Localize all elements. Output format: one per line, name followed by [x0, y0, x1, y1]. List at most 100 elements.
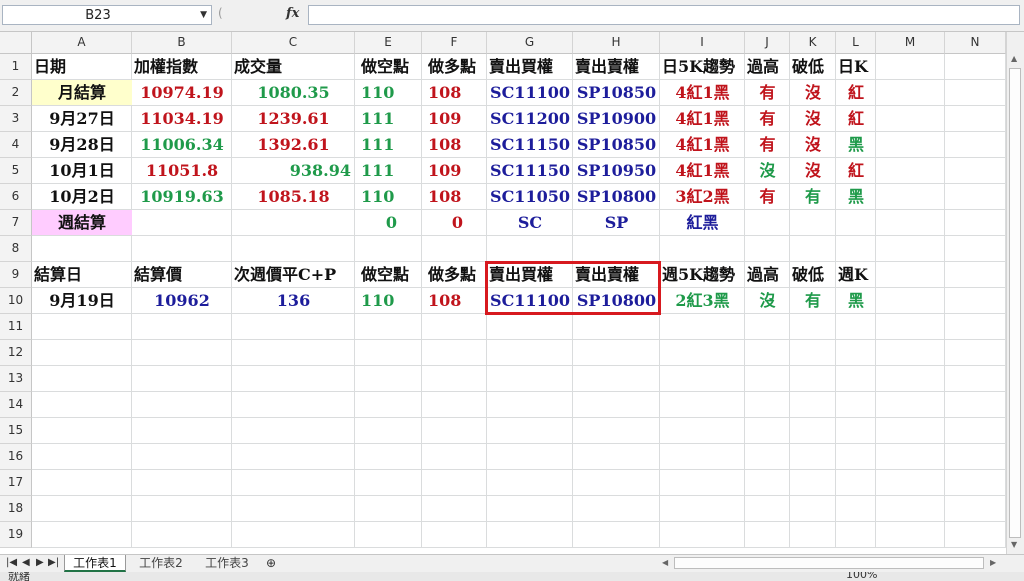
cell[interactable]	[32, 340, 132, 366]
spreadsheet-grid[interactable]: A B C E F G H I J K L M N 1 2 3 4 5 6 7 8 9 10 11 12 13 14 15 16 17 18…	[0, 32, 1006, 554]
cell-k2[interactable]: 沒	[790, 80, 836, 106]
formula-input[interactable]	[308, 5, 1020, 25]
cell-k9[interactable]: 破低	[790, 262, 836, 288]
cell[interactable]	[836, 496, 876, 522]
cell-i10[interactable]: 2紅3黑	[660, 288, 745, 314]
cell-b5[interactable]: 11051.8	[132, 158, 232, 184]
cell-j3[interactable]: 有	[745, 106, 790, 132]
cell[interactable]	[32, 236, 132, 262]
cell-h9[interactable]: 賣出賣權	[573, 262, 660, 288]
cell[interactable]	[422, 496, 487, 522]
cell[interactable]	[487, 522, 573, 548]
cell-h2[interactable]: SP10850	[573, 80, 660, 106]
cell[interactable]	[573, 470, 660, 496]
cell-h7[interactable]: SP	[573, 210, 660, 236]
cell-k10[interactable]: 有	[790, 288, 836, 314]
sheet-tab-2[interactable]: 工作表2	[130, 555, 192, 572]
column-header-b[interactable]: B	[132, 32, 232, 54]
sheet-tab-3[interactable]: 工作表3	[196, 555, 258, 572]
cell[interactable]	[660, 366, 745, 392]
cell[interactable]	[876, 106, 945, 132]
cell[interactable]	[422, 418, 487, 444]
cell[interactable]	[32, 470, 132, 496]
cell[interactable]	[573, 366, 660, 392]
cell-g3[interactable]: SC11200	[487, 106, 573, 132]
cell[interactable]	[945, 288, 1006, 314]
cell[interactable]	[422, 366, 487, 392]
cell[interactable]	[355, 418, 422, 444]
cell-a5[interactable]: 10月1日	[32, 158, 132, 184]
cell[interactable]	[790, 496, 836, 522]
cell[interactable]	[876, 236, 945, 262]
cell[interactable]	[32, 496, 132, 522]
select-all-corner[interactable]	[0, 32, 32, 54]
cell[interactable]	[745, 314, 790, 340]
cell-a6[interactable]: 10月2日	[32, 184, 132, 210]
row-header-11[interactable]: 11	[0, 314, 32, 340]
cell-f6[interactable]: 108	[422, 184, 487, 210]
cell-g10[interactable]: SC11100	[487, 288, 573, 314]
cell[interactable]	[945, 418, 1006, 444]
new-sheet-icon[interactable]: ⊕	[266, 556, 276, 570]
cell-j4[interactable]: 有	[745, 132, 790, 158]
cell[interactable]	[232, 314, 355, 340]
cell-f1[interactable]: 做多點	[422, 54, 487, 80]
scroll-right-icon[interactable]: ▶	[990, 558, 996, 567]
cell[interactable]	[945, 236, 1006, 262]
cell[interactable]	[132, 340, 232, 366]
cell-b2[interactable]: 10974.19	[132, 80, 232, 106]
cell[interactable]	[790, 314, 836, 340]
cell-a10[interactable]: 9月19日	[32, 288, 132, 314]
cell[interactable]	[876, 470, 945, 496]
cell[interactable]	[876, 522, 945, 548]
cell-b9[interactable]: 結算價	[132, 262, 232, 288]
cell-f4[interactable]: 108	[422, 132, 487, 158]
cell[interactable]	[790, 522, 836, 548]
cell-i2[interactable]: 4紅1黑	[660, 80, 745, 106]
cell[interactable]	[836, 522, 876, 548]
column-header-h[interactable]: H	[573, 32, 660, 54]
scroll-down-icon[interactable]: ▼	[1011, 540, 1017, 549]
cell-g1[interactable]: 賣出買權	[487, 54, 573, 80]
cell[interactable]	[745, 340, 790, 366]
cell-e6[interactable]: 110	[355, 184, 422, 210]
cell-i1[interactable]: 日5K趨勢	[660, 54, 745, 80]
cell-c7[interactable]	[232, 210, 355, 236]
cell-a9[interactable]: 結算日	[32, 262, 132, 288]
cell-f10[interactable]: 108	[422, 288, 487, 314]
cell[interactable]	[836, 314, 876, 340]
cell[interactable]	[573, 496, 660, 522]
cell[interactable]	[32, 418, 132, 444]
cell-b7[interactable]	[132, 210, 232, 236]
cell-a2[interactable]: 月結算	[32, 80, 132, 106]
cell-e3[interactable]: 111	[355, 106, 422, 132]
cell[interactable]	[876, 496, 945, 522]
cell-j10[interactable]: 沒	[745, 288, 790, 314]
row-header-17[interactable]: 17	[0, 470, 32, 496]
row-header-5[interactable]: 5	[0, 158, 32, 184]
cell[interactable]	[487, 418, 573, 444]
row-header-16[interactable]: 16	[0, 444, 32, 470]
cell[interactable]	[836, 366, 876, 392]
cell[interactable]	[660, 236, 745, 262]
column-header-m[interactable]: M	[876, 32, 945, 54]
cell-j2[interactable]: 有	[745, 80, 790, 106]
cell[interactable]	[790, 366, 836, 392]
cell-f7[interactable]: 0	[422, 210, 487, 236]
cell[interactable]	[660, 444, 745, 470]
cell[interactable]	[945, 80, 1006, 106]
cell-k6[interactable]: 有	[790, 184, 836, 210]
cell[interactable]	[660, 418, 745, 444]
row-header-9[interactable]: 9	[0, 262, 32, 288]
cell[interactable]	[422, 444, 487, 470]
column-header-i[interactable]: I	[660, 32, 745, 54]
cell[interactable]	[745, 444, 790, 470]
cell[interactable]	[945, 158, 1006, 184]
column-header-f[interactable]: F	[422, 32, 487, 54]
cell-g9[interactable]: 賣出買權	[487, 262, 573, 288]
cell[interactable]	[876, 262, 945, 288]
cell[interactable]	[132, 314, 232, 340]
cell[interactable]	[945, 132, 1006, 158]
cell-l1[interactable]: 日K	[836, 54, 876, 80]
cell[interactable]	[836, 470, 876, 496]
